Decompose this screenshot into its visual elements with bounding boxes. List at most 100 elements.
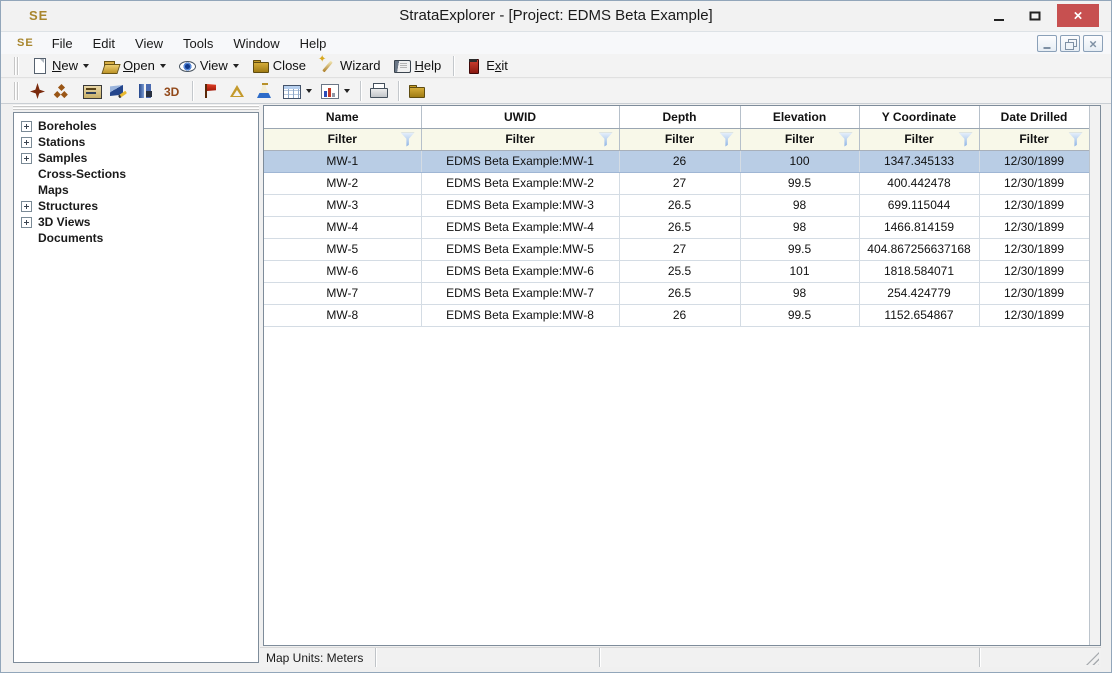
cell-name[interactable]: MW-4 <box>264 216 421 238</box>
cell-name[interactable]: MW-3 <box>264 194 421 216</box>
chart-button[interactable] <box>317 80 353 102</box>
cell-elevation[interactable]: 99.5 <box>740 238 859 260</box>
dropdown-caret-icon[interactable] <box>83 64 89 68</box>
cell-depth[interactable]: 26.5 <box>619 282 740 304</box>
tree-item-stations[interactable]: Stations <box>14 134 258 150</box>
toolbar-grip[interactable] <box>14 82 19 100</box>
cell-uwid[interactable]: EDMS Beta Example:MW-4 <box>421 216 619 238</box>
tree-item-documents[interactable]: Documents <box>14 230 258 246</box>
mdi-restore-button[interactable] <box>1060 35 1080 52</box>
menu-item-file[interactable]: File <box>42 33 83 54</box>
table-row[interactable]: MW-3EDMS Beta Example:MW-326.598699.1150… <box>264 194 1089 216</box>
filter-funnel-icon[interactable] <box>839 133 853 147</box>
column-header-uwid[interactable]: UWID <box>421 106 619 128</box>
cell-name[interactable]: MW-2 <box>264 172 421 194</box>
tree-item-samples[interactable]: Samples <box>14 150 258 166</box>
filter-cell-depth[interactable]: Filter <box>619 128 740 150</box>
table-row[interactable]: MW-2EDMS Beta Example:MW-22799.5400.4424… <box>264 172 1089 194</box>
print-button[interactable] <box>366 80 391 102</box>
cell-elevation[interactable]: 100 <box>740 150 859 172</box>
cell-date-drilled[interactable]: 12/30/1899 <box>979 260 1089 282</box>
warning-triangle-button[interactable] <box>225 80 250 102</box>
menu-item-window[interactable]: Window <box>223 33 289 54</box>
filter-funnel-icon[interactable] <box>401 133 415 147</box>
cell-depth[interactable]: 27 <box>619 238 740 260</box>
table-row[interactable]: MW-6EDMS Beta Example:MW-625.51011818.58… <box>264 260 1089 282</box>
resize-grip[interactable] <box>1086 652 1099 665</box>
cell-uwid[interactable]: EDMS Beta Example:MW-7 <box>421 282 619 304</box>
cell-depth[interactable]: 26.5 <box>619 194 740 216</box>
cell-name[interactable]: MW-5 <box>264 238 421 260</box>
toolbar-open-button[interactable]: Open <box>96 55 171 77</box>
cell-date-drilled[interactable]: 12/30/1899 <box>979 194 1089 216</box>
fence-diagram-button[interactable] <box>133 80 158 102</box>
flag-button[interactable] <box>198 80 223 102</box>
filter-funnel-icon[interactable] <box>959 133 973 147</box>
cell-date-drilled[interactable]: 12/30/1899 <box>979 150 1089 172</box>
cell-name[interactable]: MW-7 <box>264 282 421 304</box>
filter-cell-name[interactable]: Filter <box>264 128 421 150</box>
mdi-close-button[interactable]: × <box>1083 35 1103 52</box>
table-button[interactable] <box>279 80 315 102</box>
cell-elevation[interactable]: 101 <box>740 260 859 282</box>
scatter-points-button[interactable] <box>52 80 77 102</box>
toolbar-grip[interactable] <box>14 57 19 75</box>
flask-button[interactable] <box>252 80 277 102</box>
toolbar-close-button[interactable]: Close <box>246 55 311 77</box>
cell-name[interactable]: MW-8 <box>264 304 421 326</box>
expand-plus-icon[interactable] <box>21 137 32 148</box>
cell-elevation[interactable]: 98 <box>740 194 859 216</box>
column-header-date-drilled[interactable]: Date Drilled <box>979 106 1089 128</box>
toolbar-new-button[interactable]: New <box>25 55 94 77</box>
table-row[interactable]: MW-4EDMS Beta Example:MW-426.5981466.814… <box>264 216 1089 238</box>
menu-item-help[interactable]: Help <box>290 33 337 54</box>
cell-elevation[interactable]: 98 <box>740 216 859 238</box>
cell-y-coordinate[interactable]: 1818.584071 <box>859 260 979 282</box>
map-button[interactable] <box>79 80 104 102</box>
column-header-elevation[interactable]: Elevation <box>740 106 859 128</box>
tree-item-maps[interactable]: Maps <box>14 182 258 198</box>
cell-uwid[interactable]: EDMS Beta Example:MW-1 <box>421 150 619 172</box>
expand-plus-icon[interactable] <box>21 217 32 228</box>
dropdown-caret-icon[interactable] <box>160 64 166 68</box>
maximize-button[interactable] <box>1021 4 1049 27</box>
dropdown-caret-icon[interactable] <box>306 89 312 93</box>
filter-funnel-icon[interactable] <box>599 133 613 147</box>
menu-item-view[interactable]: View <box>125 33 173 54</box>
borehole-point-button[interactable] <box>25 80 50 102</box>
cell-depth[interactable]: 27 <box>619 172 740 194</box>
cell-date-drilled[interactable]: 12/30/1899 <box>979 238 1089 260</box>
cell-date-drilled[interactable]: 12/30/1899 <box>979 216 1089 238</box>
expand-plus-icon[interactable] <box>21 153 32 164</box>
filter-cell-y-coordinate[interactable]: Filter <box>859 128 979 150</box>
filter-funnel-icon[interactable] <box>720 133 734 147</box>
cell-name[interactable]: MW-6 <box>264 260 421 282</box>
column-header-name[interactable]: Name <box>264 106 421 128</box>
cell-name[interactable]: MW-1 <box>264 150 421 172</box>
expand-plus-icon[interactable] <box>21 201 32 212</box>
cell-y-coordinate[interactable]: 404.867256637168 <box>859 238 979 260</box>
table-row[interactable]: MW-1EDMS Beta Example:MW-1261001347.3451… <box>264 150 1089 172</box>
cell-y-coordinate[interactable]: 254.424779 <box>859 282 979 304</box>
tree-item-cross-sections[interactable]: Cross-Sections <box>14 166 258 182</box>
dropdown-caret-icon[interactable] <box>233 64 239 68</box>
cross-section-button[interactable] <box>106 80 131 102</box>
expand-plus-icon[interactable] <box>21 121 32 132</box>
cell-depth[interactable]: 26 <box>619 304 740 326</box>
cell-y-coordinate[interactable]: 699.115044 <box>859 194 979 216</box>
toolbar-exit-button[interactable]: Exit <box>459 55 513 77</box>
cell-y-coordinate[interactable]: 1466.814159 <box>859 216 979 238</box>
table-row[interactable]: MW-8EDMS Beta Example:MW-82699.51152.654… <box>264 304 1089 326</box>
close-button[interactable]: × <box>1057 4 1099 27</box>
cell-uwid[interactable]: EDMS Beta Example:MW-3 <box>421 194 619 216</box>
column-header-depth[interactable]: Depth <box>619 106 740 128</box>
menu-item-tools[interactable]: Tools <box>173 33 223 54</box>
cell-elevation[interactable]: 99.5 <box>740 172 859 194</box>
close-project-folder-button[interactable] <box>404 80 429 102</box>
cell-date-drilled[interactable]: 12/30/1899 <box>979 172 1089 194</box>
table-row[interactable]: MW-5EDMS Beta Example:MW-52799.5404.8672… <box>264 238 1089 260</box>
tree-item-boreholes[interactable]: Boreholes <box>14 118 258 134</box>
cell-y-coordinate[interactable]: 1347.345133 <box>859 150 979 172</box>
cell-depth[interactable]: 26.5 <box>619 216 740 238</box>
cell-depth[interactable]: 26 <box>619 150 740 172</box>
